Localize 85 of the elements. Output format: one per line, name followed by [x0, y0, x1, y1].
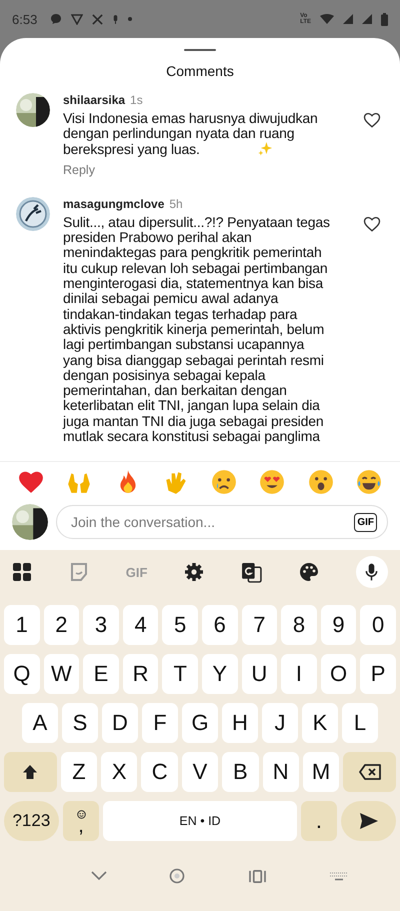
x-logo-icon — [92, 14, 104, 24]
crying-face-icon[interactable] — [211, 469, 238, 495]
key[interactable]: N — [262, 752, 299, 792]
comment-text: Visi Indonesia emas harusnya diwujudkan dengan perlindungan nyata dan ruang berekspresi yang luas. — [63, 111, 318, 157]
avatar[interactable] — [16, 93, 50, 127]
space-key[interactable]: EN • ID — [103, 801, 297, 841]
status-time: 6:53 — [12, 12, 38, 26]
key[interactable]: 7 — [242, 605, 278, 645]
heart-icon[interactable] — [363, 111, 381, 129]
key[interactable]: F — [142, 703, 178, 743]
key[interactable]: T — [162, 654, 198, 694]
chat-bubble-icon — [50, 13, 62, 25]
key[interactable]: S — [62, 703, 98, 743]
keyboard-icon[interactable] — [328, 871, 349, 881]
settings-icon[interactable] — [184, 562, 204, 582]
send-key[interactable] — [341, 801, 396, 841]
key[interactable]: Y — [202, 654, 238, 694]
key[interactable]: I — [281, 654, 317, 694]
key[interactable]: 2 — [44, 605, 80, 645]
key[interactable]: 3 — [83, 605, 119, 645]
backspace-key[interactable] — [343, 752, 396, 792]
key[interactable]: 6 — [202, 605, 238, 645]
username[interactable]: shilaarsika — [63, 93, 126, 107]
symbols-key[interactable]: ?123 — [4, 801, 59, 841]
key[interactable]: A — [22, 703, 58, 743]
heart-icon[interactable] — [363, 214, 381, 233]
key[interactable]: 9 — [320, 605, 356, 645]
key[interactable]: R — [122, 654, 158, 694]
sheet-title: Comments — [165, 63, 235, 79]
avatar[interactable] — [16, 196, 50, 231]
key[interactable]: B — [222, 752, 259, 792]
key[interactable]: D — [102, 703, 138, 743]
key[interactable]: G — [182, 703, 218, 743]
key[interactable]: E — [83, 654, 119, 694]
reply-link[interactable]: Reply — [63, 162, 95, 177]
dot-icon — [128, 17, 132, 21]
home-icon[interactable] — [169, 868, 186, 884]
key[interactable]: Z — [60, 752, 98, 792]
key[interactable]: H — [222, 703, 258, 743]
avatar[interactable] — [12, 504, 48, 540]
username[interactable]: masagungmclove — [63, 196, 164, 211]
palette-icon[interactable] — [299, 562, 320, 582]
comma-key[interactable]: , — [62, 801, 100, 841]
key[interactable]: O — [320, 654, 356, 694]
shift-key[interactable] — [4, 752, 57, 792]
surprised-face-icon[interactable] — [308, 469, 334, 495]
battery-icon — [381, 12, 388, 26]
key[interactable]: 5 — [162, 605, 198, 645]
key[interactable]: 0 — [360, 605, 396, 645]
heart-eyes-face-icon[interactable] — [259, 469, 286, 495]
recents-icon[interactable] — [248, 868, 267, 884]
key[interactable]: K — [302, 703, 338, 743]
key[interactable]: 1 — [4, 605, 40, 645]
key[interactable]: 4 — [122, 605, 158, 645]
comma-label: , — [78, 818, 84, 832]
voice-input-button[interactable] — [356, 556, 388, 588]
microphone-icon — [112, 14, 120, 24]
back-chevron-icon[interactable] — [91, 871, 108, 881]
send-icon — [358, 812, 379, 830]
key[interactable]: 8 — [281, 605, 317, 645]
key[interactable]: P — [360, 654, 396, 694]
key[interactable]: V — [182, 752, 218, 792]
key[interactable]: L — [342, 703, 378, 743]
key[interactable]: C — [141, 752, 178, 792]
key[interactable]: U — [242, 654, 278, 694]
key[interactable]: M — [302, 752, 340, 792]
key[interactable]: X — [101, 752, 138, 792]
key[interactable]: W — [44, 654, 80, 694]
comment-age: 5h — [169, 196, 183, 211]
drag-handle[interactable] — [184, 49, 216, 51]
key[interactable]: Q — [4, 654, 40, 694]
backspace-icon — [358, 764, 381, 780]
translate-icon[interactable] — [241, 562, 262, 582]
microphone-icon — [365, 562, 378, 582]
period-key[interactable]: . — [300, 801, 338, 841]
comment-text: Sulit..., atau dipersulit...?!? Penyataan tegas presiden Prabowo perihal akan menindaktegas para pengkritik pemerintah itu cukup relevan loh sebagai pertimbangan menginterogasi dia, statementnya kan bisa dinilai sebagai pemicu awal adanya tindakan-tindakan tegas terhadap para aktivis pengkritik kinerja pemerintah, belum lagi pertimbangan substansi ucapannya yang bisa dianggap sebagai perintah resmi dengan posisinya sebagai kepala pemerintahan, dan berkaitan dengan keterlibatan elit TNI, jangan lupa selain dia juga mantan TNI dia juga sebagai presiden mutlak secara konstitusi sebagai panglima — [63, 214, 330, 444]
comment-age: 1s — [130, 93, 143, 107]
gif-button[interactable]: GIF — [354, 512, 377, 532]
apps-grid-icon[interactable] — [12, 562, 32, 582]
laughing-face-icon[interactable] — [356, 469, 382, 495]
smiley-icon — [76, 810, 86, 818]
wifi-icon — [320, 14, 334, 24]
key[interactable]: J — [262, 703, 298, 743]
shift-arrow-icon — [22, 764, 38, 780]
comment-input-field[interactable]: Join the conversation... GIF — [56, 505, 388, 539]
